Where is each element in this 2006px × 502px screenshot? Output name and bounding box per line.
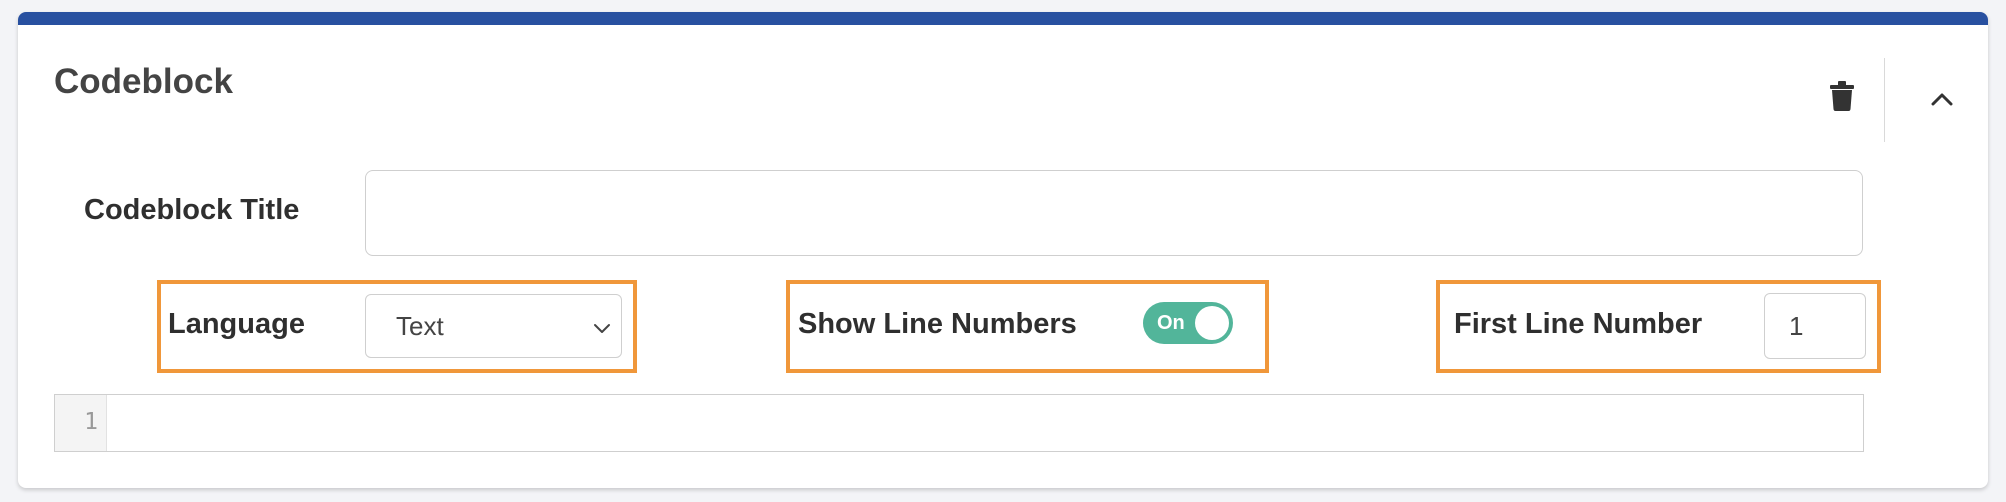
language-selected-value: Text bbox=[396, 311, 444, 341]
line-number-gutter: 1 bbox=[55, 395, 107, 451]
language-label: Language bbox=[168, 308, 305, 340]
collapse-button[interactable] bbox=[1922, 82, 1962, 116]
code-input-area[interactable] bbox=[108, 395, 1863, 451]
codeblock-title-label: Codeblock Title bbox=[84, 194, 300, 226]
code-editor: 1 bbox=[54, 394, 1864, 452]
first-line-number-label: First Line Number bbox=[1454, 308, 1703, 340]
panel-accent-bar bbox=[18, 12, 1988, 25]
chevron-up-icon bbox=[1931, 93, 1953, 106]
delete-button[interactable] bbox=[1822, 74, 1862, 118]
panel-title: Codeblock bbox=[54, 62, 233, 101]
language-select[interactable]: Text bbox=[365, 294, 622, 358]
show-line-numbers-toggle[interactable]: On bbox=[1143, 302, 1233, 344]
codeblock-title-input[interactable] bbox=[365, 170, 1863, 256]
codeblock-panel: Codeblock Codeblock Title Language Text … bbox=[18, 12, 1988, 488]
line-number: 1 bbox=[84, 409, 98, 435]
trash-icon bbox=[1830, 81, 1854, 111]
show-line-numbers-label: Show Line Numbers bbox=[798, 308, 1077, 340]
chevron-down-icon bbox=[594, 324, 610, 333]
first-line-number-input[interactable] bbox=[1764, 293, 1866, 359]
header-divider bbox=[1884, 58, 1885, 142]
toggle-knob bbox=[1195, 306, 1229, 340]
toggle-state-label: On bbox=[1157, 312, 1185, 334]
